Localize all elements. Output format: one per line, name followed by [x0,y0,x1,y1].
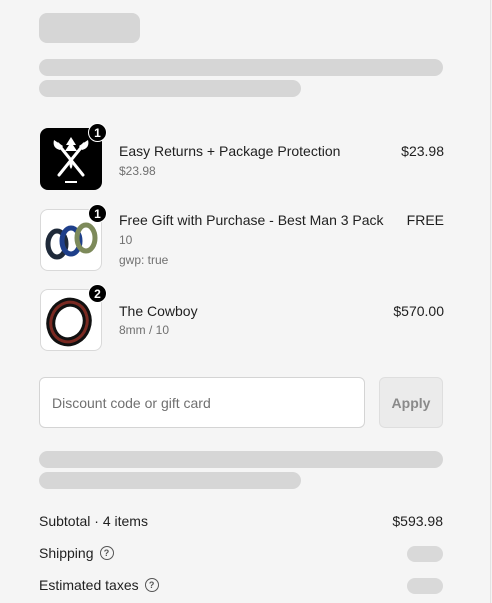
taxes-row: Estimated taxes ? [39,577,443,597]
product-thumbnail: 1 [40,204,107,271]
product-thumbnail: 1 [40,123,107,190]
skeleton-line [39,451,443,468]
item-detail: gwp: true [119,253,169,267]
order-summary-panel: 1 Easy Returns + Package Protection $23.… [0,0,491,603]
subtotal-label: Subtotal · 4 items [39,513,148,529]
shipping-value-skeleton [407,546,443,562]
line-item: 1 Free Gift with Purchase - Best Man 3 P… [40,204,444,273]
item-price: $23.98 [401,143,444,159]
skeleton-title [39,13,140,43]
subtotal-value: $593.98 [392,513,443,529]
product-thumbnail: 2 [40,284,107,351]
skeleton-line [39,472,301,489]
help-icon[interactable]: ? [144,578,159,592]
item-price: FREE [406,212,444,228]
quantity-badge: 1 [88,123,107,142]
help-icon[interactable]: ? [99,546,114,560]
line-item: 1 Easy Returns + Package Protection $23.… [40,123,444,192]
discount-code-input[interactable] [40,378,364,427]
line-item: 2 The Cowboy 8mm / 10 $570.00 [40,284,444,353]
item-name: Easy Returns + Package Protection [119,143,341,159]
shipping-label: Shipping [39,545,94,561]
item-price: $570.00 [393,303,444,319]
apply-discount-button[interactable]: Apply [379,377,443,428]
discount-field[interactable] [39,377,365,428]
skeleton-line [39,80,301,97]
item-name: The Cowboy [119,303,198,319]
taxes-value-skeleton [407,578,443,594]
shipping-row: Shipping ? [39,545,443,565]
item-name: Free Gift with Purchase - Best Man 3 Pac… [119,212,384,228]
item-detail: $23.98 [119,164,156,178]
skeleton-line [39,59,443,76]
quantity-badge: 1 [88,204,107,223]
item-detail: 10 [119,233,133,247]
item-detail: 8mm / 10 [119,323,170,337]
taxes-label: Estimated taxes [39,577,139,593]
quantity-badge: 2 [88,284,107,303]
subtotal-row: Subtotal · 4 items $593.98 [39,513,443,533]
